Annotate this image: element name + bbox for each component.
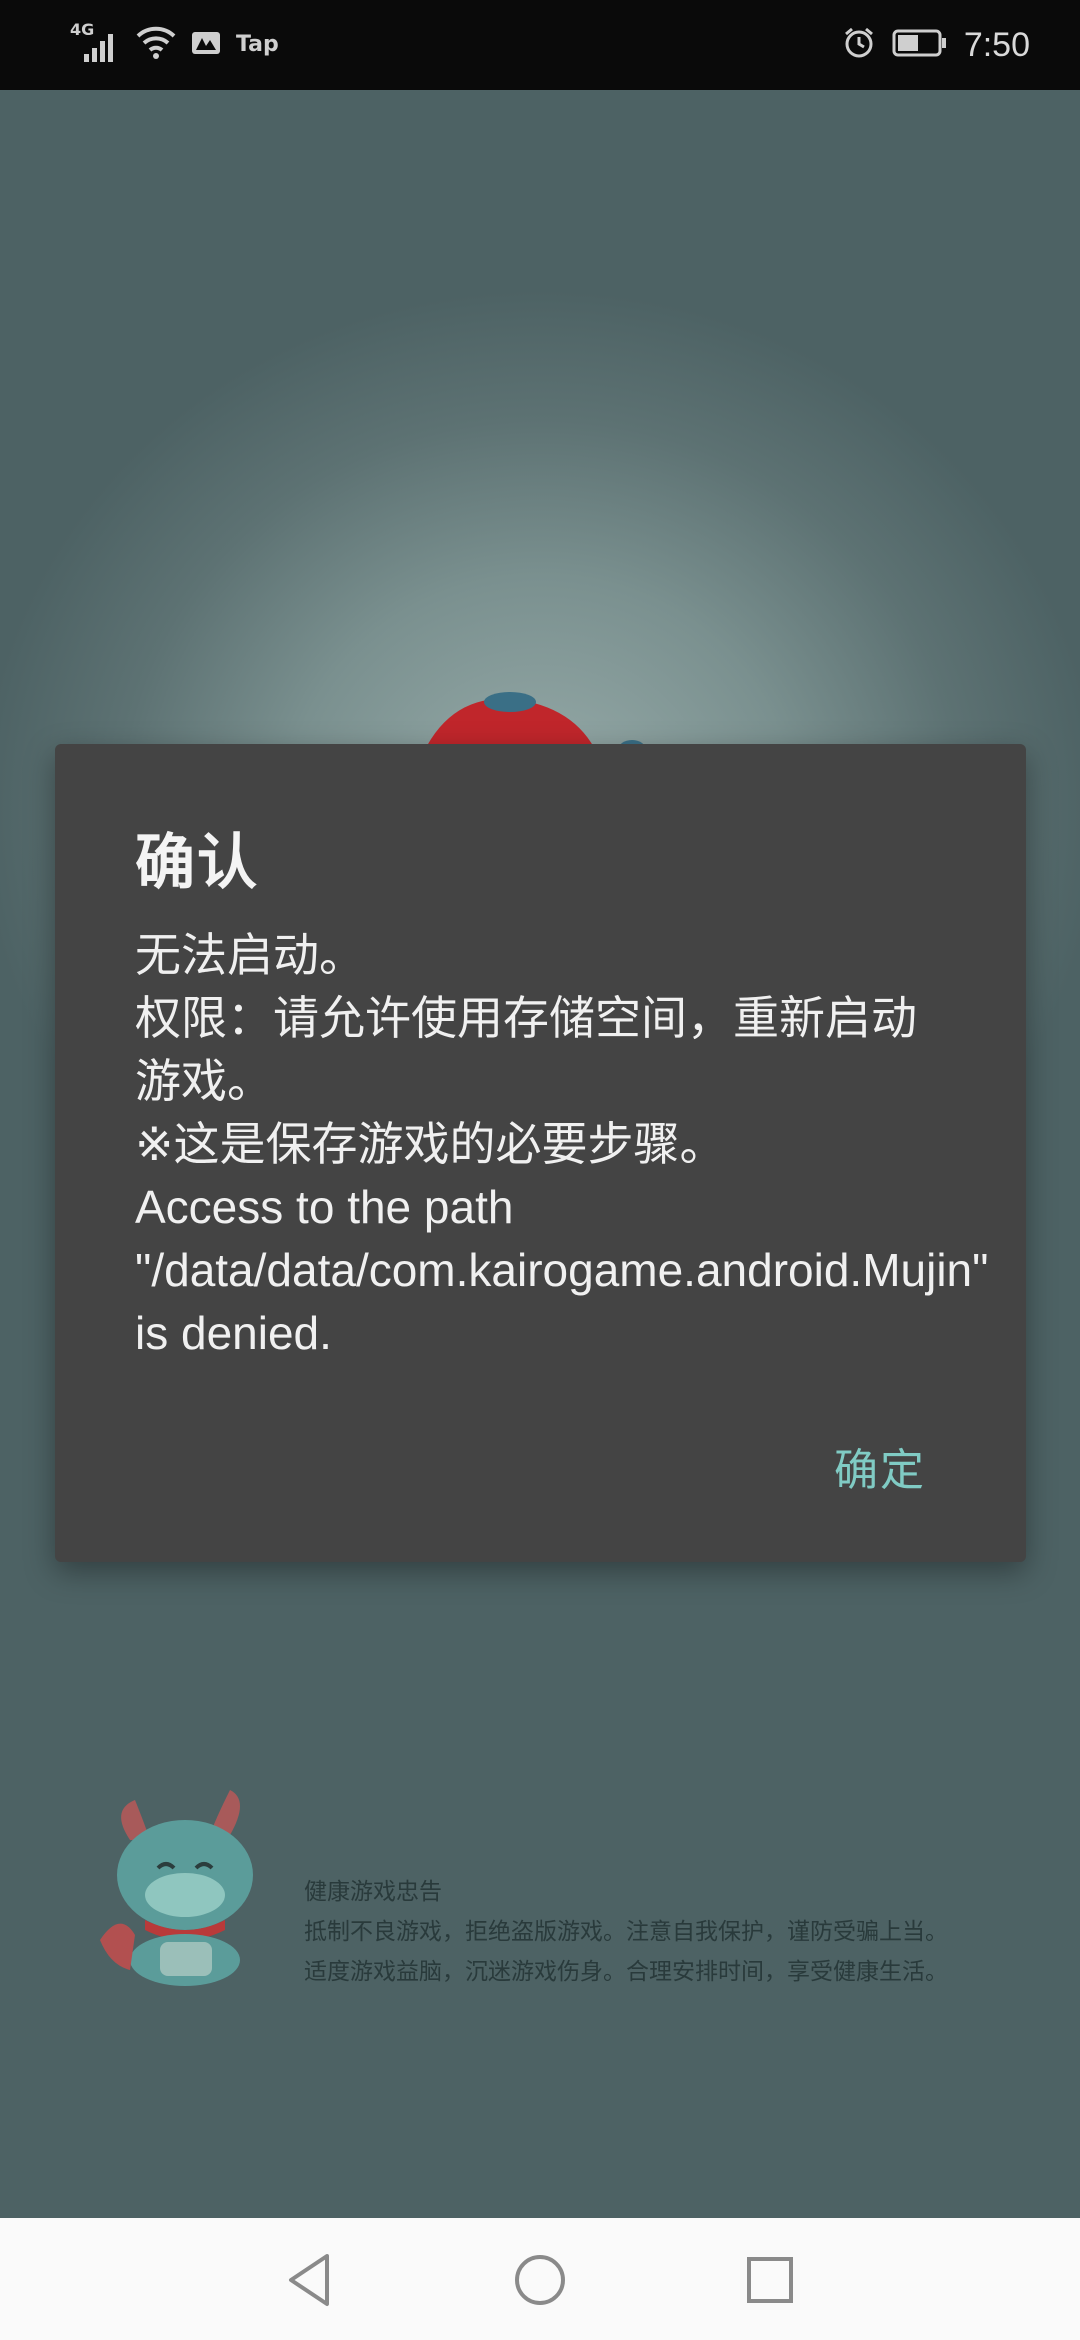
confirm-dialog: 确认 无法启动。 权限：请允许使用存储空间，重新启动游戏。 ※这是保存游戏的必要…: [55, 744, 1026, 1562]
health-notice-line-1: 抵制不良游戏，拒绝盗版游戏。注意自我保护，谨防受骗上当。: [304, 1919, 948, 1945]
status-bar: 4G Tap 7:50: [0, 0, 1080, 90]
home-button[interactable]: [508, 2248, 572, 2312]
back-icon: [289, 2254, 329, 2306]
recents-button[interactable]: [738, 2248, 802, 2312]
health-notice-line-2: 适度游戏益脑，沉迷游戏伤身。合理安排时间，享受健康生活。: [304, 1959, 948, 1985]
battery-icon: [892, 28, 948, 62]
home-icon: [515, 2255, 565, 2305]
back-button[interactable]: [278, 2248, 342, 2312]
clock: 7:50: [963, 25, 1030, 64]
alarm-icon: [842, 26, 876, 64]
dragon-mascot-icon: [100, 1790, 253, 1986]
dialog-message: 无法启动。 权限：请允许使用存储空间，重新启动游戏。 ※这是保存游戏的必要步骤。…: [135, 929, 989, 1359]
health-notice-text: 健康游戏忠告 抵制不良游戏，拒绝盗版游戏。注意自我保护，谨防受骗上当。 适度游戏…: [304, 1872, 948, 1992]
signal-icon: 4G: [70, 20, 122, 64]
health-notice-title: 健康游戏忠告: [304, 1879, 442, 1905]
status-bar-right: 7:50: [842, 22, 1030, 68]
dialog-title: 确认: [135, 828, 259, 898]
app-notification-label: Tap: [236, 31, 279, 57]
wifi-icon: [136, 24, 176, 64]
ok-button[interactable]: 确定: [834, 1434, 926, 1498]
health-notice: 健康游戏忠告 抵制不良游戏，拒绝盗版游戏。注意自我保护，谨防受骗上当。 适度游戏…: [90, 1780, 1020, 2000]
status-bar-left: 4G Tap: [70, 20, 279, 66]
notification-app-icon: [190, 26, 222, 62]
recents-icon: [747, 2257, 793, 2303]
navigation-bar: [0, 2218, 1080, 2340]
